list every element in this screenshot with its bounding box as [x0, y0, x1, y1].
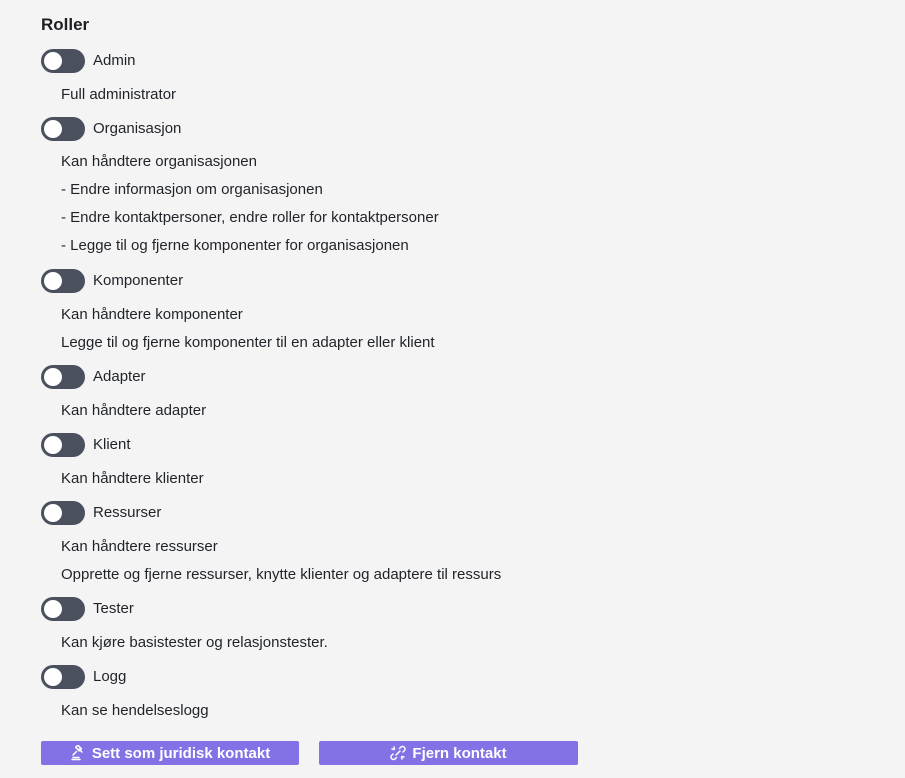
role-label-logg: Logg	[93, 668, 127, 685]
role-organisasjon: Organisasjon	[41, 117, 181, 141]
role-description: - Endre informasjon om organisasjonen	[61, 181, 323, 198]
remove-contact-button[interactable]: Fjern kontakt	[319, 741, 578, 765]
role-ressurser: Ressurser	[41, 501, 161, 525]
role-label-adapter: Adapter	[93, 368, 146, 385]
toggle-knob	[44, 504, 62, 522]
organisasjon-toggle[interactable]	[41, 117, 85, 141]
toggle-knob	[44, 600, 62, 618]
role-description: Kan håndtere komponenter	[61, 306, 243, 323]
role-description: Opprette og fjerne ressurser, knytte kli…	[61, 566, 502, 583]
role-label-klient: Klient	[93, 436, 131, 453]
role-description: Kan kjøre basistester og relasjonstester…	[61, 634, 328, 651]
remove-contact-label: Fjern kontakt	[412, 744, 507, 762]
role-description: Kan håndtere klienter	[61, 470, 204, 487]
toggle-knob	[44, 668, 62, 686]
unlink-icon	[390, 745, 407, 761]
role-description: Kan håndtere adapter	[61, 402, 207, 419]
role-description: Legge til og fjerne komponenter til en a…	[61, 334, 435, 351]
role-label-admin: Admin	[93, 52, 136, 69]
role-description: Full administrator	[61, 86, 177, 103]
role-komponenter: Komponenter	[41, 269, 183, 293]
role-description: - Endre kontaktpersoner, endre roller fo…	[61, 209, 439, 226]
logg-toggle[interactable]	[41, 665, 85, 689]
role-klient: Klient	[41, 433, 131, 457]
set-legal-contact-label: Sett som juridisk kontakt	[91, 744, 271, 762]
section-title: Roller	[41, 15, 90, 34]
role-label-ressurser: Ressurser	[93, 504, 162, 521]
toggle-knob	[44, 368, 62, 386]
role-tester: Tester	[41, 597, 134, 621]
role-adapter: Adapter	[41, 365, 146, 389]
role-logg: Logg	[41, 665, 126, 689]
komponenter-toggle[interactable]	[41, 269, 85, 293]
ressurser-toggle[interactable]	[41, 501, 85, 525]
set-legal-contact-button[interactable]: Sett som juridisk kontakt	[41, 741, 299, 765]
role-label-tester: Tester	[93, 600, 134, 617]
role-description: Kan se hendelseslogg	[61, 702, 209, 719]
toggle-knob	[44, 52, 62, 70]
role-description: Kan håndtere organisasjonen	[61, 153, 257, 170]
toggle-knob	[44, 120, 62, 138]
gavel-icon	[70, 745, 86, 761]
role-label-organisasjon: Organisasjon	[93, 120, 182, 137]
role-description: Kan håndtere ressurser	[61, 538, 218, 555]
adapter-toggle[interactable]	[41, 365, 85, 389]
admin-toggle[interactable]	[41, 49, 85, 73]
toggle-knob	[44, 272, 62, 290]
tester-toggle[interactable]	[41, 597, 85, 621]
toggle-knob	[44, 436, 62, 454]
klient-toggle[interactable]	[41, 433, 85, 457]
role-label-komponenter: Komponenter	[93, 272, 184, 289]
role-admin: Admin	[41, 49, 136, 73]
role-description: - Legge til og fjerne komponenter for or…	[61, 237, 409, 254]
